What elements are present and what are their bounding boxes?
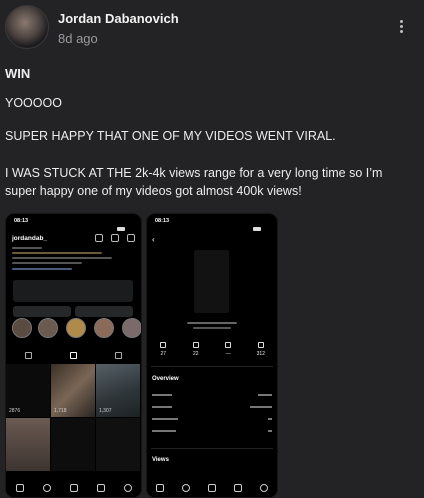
status-time: 08:13 <box>155 218 170 224</box>
profile-icon <box>260 484 268 492</box>
overview-row <box>152 406 272 412</box>
reels-icon <box>96 484 105 492</box>
profile-header-icons <box>95 234 135 243</box>
heart-icon <box>160 342 167 348</box>
post-paragraph: super happy one of my videos got almost … <box>5 184 302 198</box>
status-icons <box>115 218 133 231</box>
post-time: 8d ago <box>58 31 98 46</box>
kebab-icon[interactable] <box>396 18 406 38</box>
divider <box>151 366 273 367</box>
reels-icon <box>234 484 242 492</box>
caption-line <box>193 327 231 329</box>
post-paragraph: YOOOOO <box>5 96 62 110</box>
bottom-nav <box>147 479 277 497</box>
stat-comments: 22 <box>186 342 206 357</box>
home-icon <box>156 484 164 492</box>
views-title: Views <box>152 457 169 463</box>
view-count: 2876 <box>9 408 21 414</box>
edit-profile-button <box>13 306 71 317</box>
comment-icon <box>192 342 199 348</box>
bio-line <box>12 257 112 259</box>
stat-saves-value: 312 <box>256 351 265 357</box>
highlight <box>122 318 141 338</box>
highlight <box>66 318 86 338</box>
add-icon <box>208 484 216 492</box>
add-icon <box>69 484 78 492</box>
status-time: 08:13 <box>14 218 29 224</box>
stat-shares: — <box>218 342 238 357</box>
share-profile-button <box>75 306 133 317</box>
professional-dashboard <box>13 280 133 302</box>
post-grid: 2876 1,718 1,307 <box>6 364 141 474</box>
grid-post <box>51 418 95 471</box>
post-paragraph: SUPER HAPPY THAT ONE OF MY VIDEOS WENT V… <box>5 129 336 143</box>
profile-tabs <box>6 349 141 361</box>
search-icon <box>42 484 51 492</box>
highlight <box>38 318 58 338</box>
stat-comments-value: 22 <box>192 351 199 357</box>
profile-icon <box>123 484 132 492</box>
home-icon <box>15 484 24 492</box>
grid-post <box>96 418 140 471</box>
caption-line <box>187 322 237 324</box>
post-title: WIN <box>5 66 31 81</box>
stat-likes: 27 <box>153 342 173 357</box>
grid-post <box>6 418 50 471</box>
attached-image-profile[interactable]: 08:13 jordandab_ 2876 1,718 1,307 <box>5 213 142 498</box>
search-icon <box>182 484 190 492</box>
overview-row <box>152 394 272 400</box>
stat-likes-value: 27 <box>160 351 167 357</box>
view-count: 1,307 <box>99 408 112 414</box>
share-icon <box>225 342 232 348</box>
overview-row <box>152 430 272 436</box>
overview-row <box>152 418 272 424</box>
post-header: Jordan Dabanovich 8d ago <box>0 0 424 58</box>
highlight <box>94 318 114 338</box>
view-count: 1,718 <box>54 408 67 414</box>
post-paragraph: I WAS STUCK AT THE 2k-4k views range for… <box>5 166 383 180</box>
chevron-left-icon: ‹ <box>152 235 155 244</box>
stat-shares-value: — <box>225 351 231 357</box>
bio-line <box>12 268 72 270</box>
bio-line <box>12 262 82 264</box>
profile-username: jordandab_ <box>12 235 48 242</box>
bookmark-icon <box>257 342 264 348</box>
video-thumbnail <box>194 250 229 313</box>
highlight <box>12 318 32 338</box>
status-icons <box>251 218 269 231</box>
grid-post: 2876 <box>6 364 50 417</box>
author-name[interactable]: Jordan Dabanovich <box>58 11 179 26</box>
avatar[interactable] <box>5 5 49 49</box>
stat-saves: 312 <box>251 342 271 357</box>
attached-image-insights[interactable]: 08:13 ‹ 27 22 — 312 Overview Views <box>146 213 278 498</box>
bottom-nav <box>6 479 141 497</box>
stats-row: 27 22 — 312 <box>147 342 277 357</box>
divider <box>151 448 273 449</box>
grid-post: 1,307 <box>96 364 140 417</box>
grid-post: 1,718 <box>51 364 95 417</box>
bio-line <box>12 252 102 254</box>
overview-title: Overview <box>152 376 179 382</box>
bio-line <box>12 247 42 249</box>
